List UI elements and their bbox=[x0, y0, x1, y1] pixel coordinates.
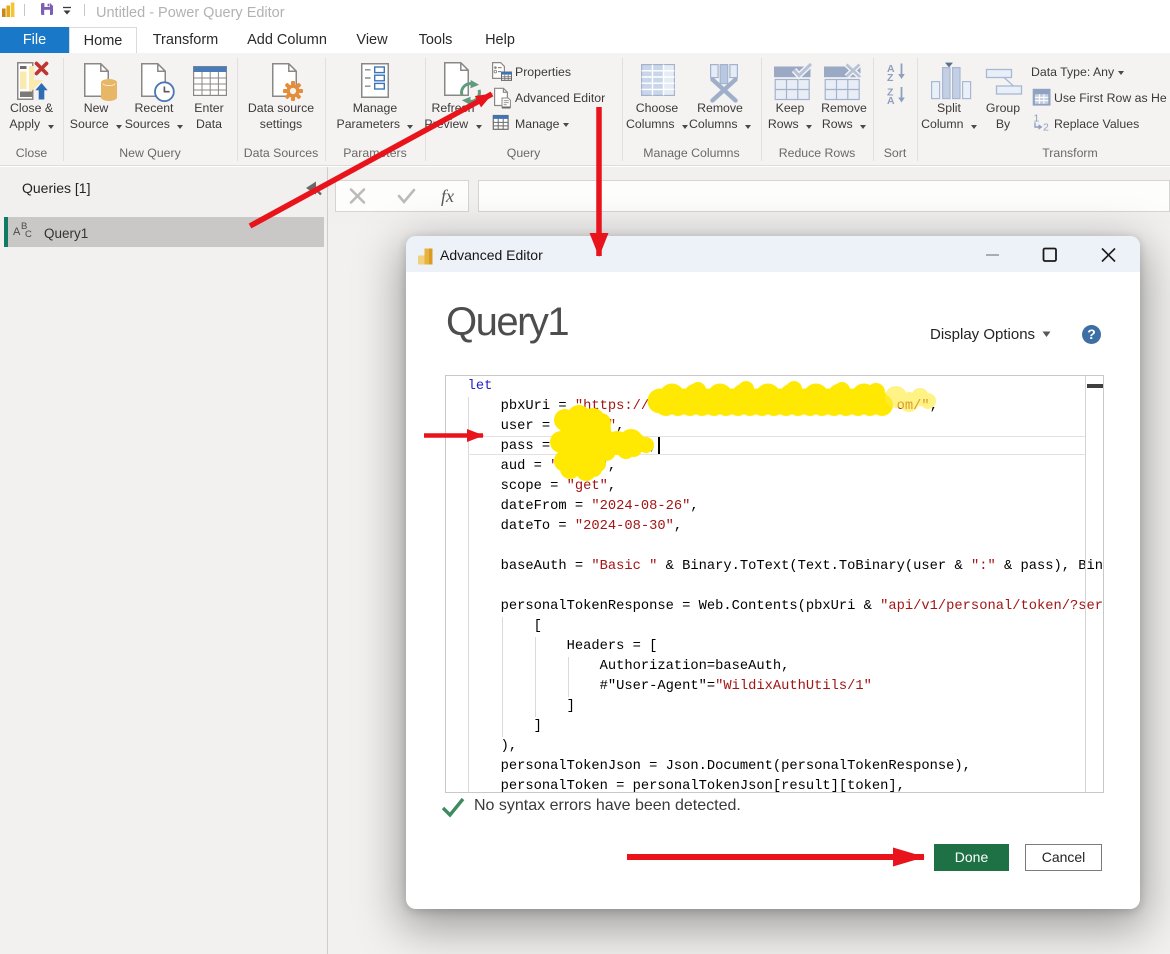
svg-text:A: A bbox=[887, 95, 895, 107]
svg-text:fx: fx bbox=[441, 186, 454, 206]
svg-text:2: 2 bbox=[1043, 122, 1049, 134]
svg-text:Z: Z bbox=[887, 72, 894, 84]
